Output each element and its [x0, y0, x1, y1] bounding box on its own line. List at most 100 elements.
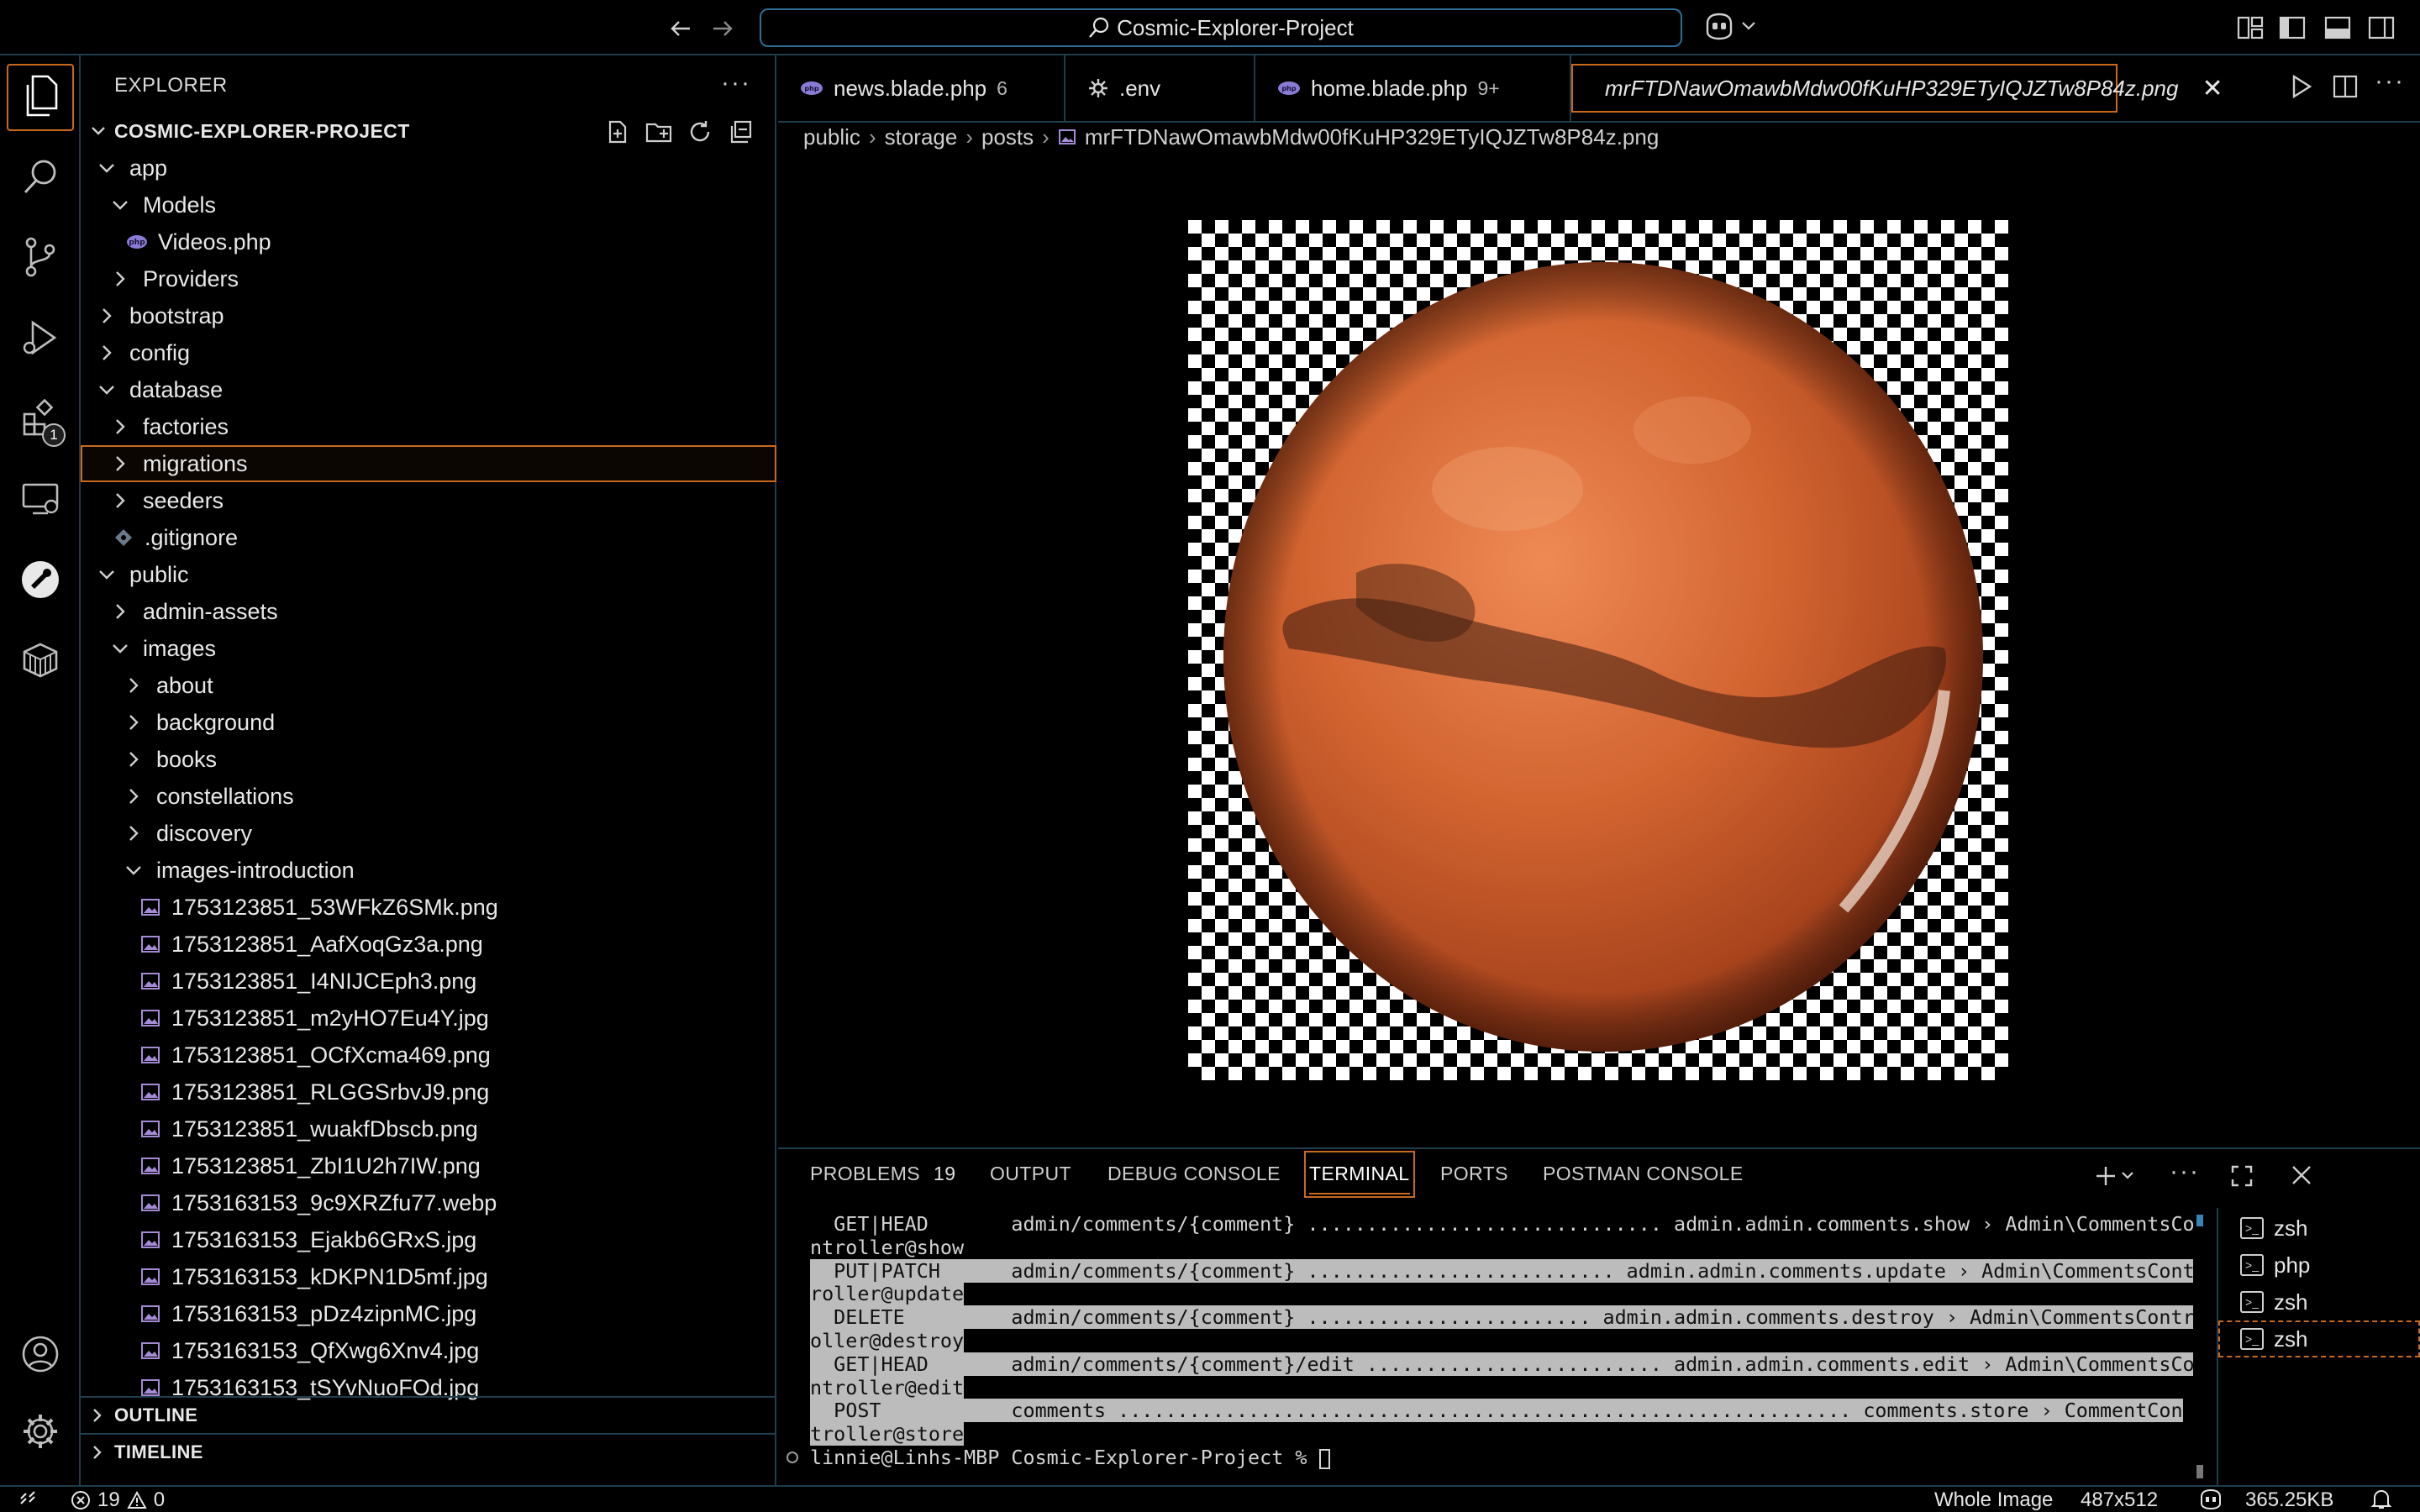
terminal-instance[interactable]: >_ zsh	[2218, 1320, 2420, 1357]
tree-file[interactable]: .gitignore	[81, 519, 776, 556]
command-center-search[interactable]: Cosmic-Explorer-Project	[760, 8, 1682, 47]
remote-indicator[interactable]	[18, 1488, 37, 1507]
tree-folder[interactable]: admin-assets	[81, 593, 776, 630]
panel-tab[interactable]: PROBLEMS 19	[810, 1163, 955, 1185]
tree-folder[interactable]: seeders	[81, 482, 776, 519]
run-icon[interactable]	[2291, 74, 2312, 99]
tree-file[interactable]: 1753163153_9c9XRZfu77.webp	[81, 1184, 776, 1221]
containers-icon[interactable]	[0, 620, 81, 701]
new-file-icon[interactable]	[605, 119, 630, 144]
tree-file[interactable]: 1753163153_QfXwg6Xnv4.jpg	[81, 1332, 776, 1369]
account-icon[interactable]	[0, 1314, 81, 1394]
problems-indicator[interactable]: 19 0	[71, 1488, 165, 1512]
terminal-instance[interactable]: >_ zsh	[2218, 1210, 2420, 1247]
tree-folder[interactable]: migrations	[81, 445, 776, 482]
explorer-icon[interactable]	[0, 55, 81, 136]
tree-folder[interactable]: discovery	[81, 815, 776, 852]
extensions-icon[interactable]: 1	[0, 378, 81, 459]
customize-layout-icon[interactable]	[2237, 15, 2264, 40]
copilot-status-icon[interactable]	[2198, 1488, 2223, 1510]
breadcrumb-item[interactable]: storage	[885, 124, 958, 150]
tree-folder[interactable]: Providers	[81, 260, 776, 297]
tree-file[interactable]: 1753123851_ZbI1U2h7IW.png	[81, 1147, 776, 1184]
toggle-secondary-sidebar-icon[interactable]	[2368, 15, 2395, 40]
remote-explorer-icon[interactable]	[0, 459, 81, 539]
panel-tab[interactable]: PORTS	[1440, 1163, 1508, 1185]
tree-file[interactable]: 1753123851_I4NIJCEph3.png	[81, 963, 776, 1000]
new-folder-icon[interactable]	[645, 119, 672, 144]
editor-tab[interactable]: php news.blade.php 6	[778, 55, 1065, 121]
terminal-output[interactable]: GET|HEAD admin/comments/{comment} ......…	[778, 1210, 2193, 1487]
close-panel-icon[interactable]	[2291, 1164, 2312, 1186]
tree-folder[interactable]: config	[81, 334, 776, 371]
tree-file[interactable]: 1753123851_OCfXcma469.png	[81, 1037, 776, 1074]
terminal-instance[interactable]: >_ zsh	[2218, 1284, 2420, 1320]
tree-file[interactable]: 1753123851_RLGGSrbvJ9.png	[81, 1074, 776, 1110]
tree-folder[interactable]: about	[81, 667, 776, 704]
terminal-scrollbar[interactable]	[2193, 1215, 2205, 1487]
tree-folder[interactable]: Models	[81, 186, 776, 223]
image-view-mode[interactable]: Whole Image	[1934, 1488, 2053, 1512]
panel-more-icon[interactable]: ···	[2170, 1158, 2200, 1186]
tree-folder[interactable]: public	[81, 556, 776, 593]
tree-folder[interactable]: images-introduction	[81, 852, 776, 889]
editor-more-icon[interactable]: ···	[2375, 67, 2405, 96]
tree-folder[interactable]: app	[81, 150, 776, 186]
copilot-menu[interactable]	[1702, 12, 1756, 40]
panel-tab[interactable]: POSTMAN CONSOLE	[1543, 1163, 1744, 1185]
tree-file[interactable]: 1753163153_kDKPN1D5mf.jpg	[81, 1258, 776, 1295]
more-actions-icon[interactable]: ···	[721, 69, 751, 97]
gear-icon[interactable]	[0, 1391, 81, 1472]
tree-folder[interactable]: constellations	[81, 778, 776, 815]
run-debug-icon[interactable]	[0, 297, 81, 378]
image-preview[interactable]	[1188, 220, 2008, 1080]
split-editor-icon[interactable]	[2333, 74, 2358, 99]
toggle-primary-sidebar-icon[interactable]	[2279, 15, 2306, 40]
toggle-panel-icon[interactable]	[2324, 15, 2351, 40]
notifications-bell-icon[interactable]	[2371, 1488, 2391, 1510]
tree-folder[interactable]: bootstrap	[81, 297, 776, 334]
tree-item-label: 1753123851_RLGGSrbvJ9.png	[171, 1079, 490, 1105]
postman-icon[interactable]	[0, 539, 81, 620]
forward-arrow-icon[interactable]	[706, 12, 739, 45]
new-terminal-button[interactable]	[2094, 1164, 2134, 1188]
tree-file[interactable]: 1753123851_53WFkZ6SMk.png	[81, 889, 776, 926]
panel-tab[interactable]: TERMINAL	[1304, 1151, 1415, 1198]
project-root-header[interactable]: COSMIC-EXPLORER-PROJECT	[81, 113, 776, 150]
chevron-down-icon	[99, 570, 114, 580]
tree-folder[interactable]: books	[81, 741, 776, 778]
tree-file[interactable]: 1753123851_wuakfDbscb.png	[81, 1110, 776, 1147]
timeline-section-header[interactable]: TIMELINE	[81, 1433, 776, 1470]
collapse-all-icon[interactable]	[728, 119, 753, 144]
terminal-line: linnie@Linhs-MBP Cosmic-Explorer-Project…	[810, 1446, 1330, 1470]
tree-file[interactable]: 1753163153_pDz4zipnMC.jpg	[81, 1295, 776, 1332]
tree-folder[interactable]: factories	[81, 408, 776, 445]
close-tab-icon[interactable]: ✕	[2202, 74, 2223, 103]
tree-file[interactable]: 1753163153_Ejakb6GRxS.jpg	[81, 1221, 776, 1258]
refresh-icon[interactable]	[687, 119, 713, 144]
outline-section-header[interactable]: OUTLINE	[81, 1396, 776, 1433]
terminal-instance[interactable]: >_ php	[2218, 1247, 2420, 1284]
tree-folder[interactable]: database	[81, 371, 776, 408]
outline-label: OUTLINE	[114, 1404, 198, 1425]
tree-file[interactable]: 1753123851_AafXoqGz3a.png	[81, 926, 776, 963]
panel-tab[interactable]: DEBUG CONSOLE	[1107, 1163, 1281, 1185]
tree-file[interactable]: 1753123851_m2yHO7Eu4Y.jpg	[81, 1000, 776, 1037]
back-arrow-icon[interactable]	[664, 12, 697, 45]
editor-tab[interactable]: .env	[1065, 55, 1255, 121]
command-decoration-icon[interactable]	[786, 1452, 798, 1463]
maximize-panel-icon[interactable]	[2230, 1164, 2254, 1188]
breadcrumb-item[interactable]: public	[803, 124, 860, 150]
search-icon[interactable]	[0, 136, 81, 217]
tree-item-label: Videos.php	[158, 228, 271, 255]
image-file-icon	[141, 973, 160, 990]
editor-tab[interactable]: mrFTDNawOmawbMdw00fKuHP329ETyIQJZTw8P84z…	[1571, 64, 2223, 113]
tree-folder[interactable]: images	[81, 630, 776, 667]
editor-tab[interactable]: php home.blade.php 9+	[1255, 55, 1571, 121]
breadcrumb-item[interactable]: posts	[981, 124, 1034, 150]
source-control-icon[interactable]	[0, 217, 81, 297]
panel-tab[interactable]: OUTPUT	[990, 1163, 1071, 1185]
tree-folder[interactable]: background	[81, 704, 776, 741]
tree-file[interactable]: php Videos.php	[81, 223, 776, 260]
breadcrumb-item[interactable]: mrFTDNawOmawbMdw00fKuHP329ETyIQJZTw8P84z…	[1085, 124, 1659, 150]
